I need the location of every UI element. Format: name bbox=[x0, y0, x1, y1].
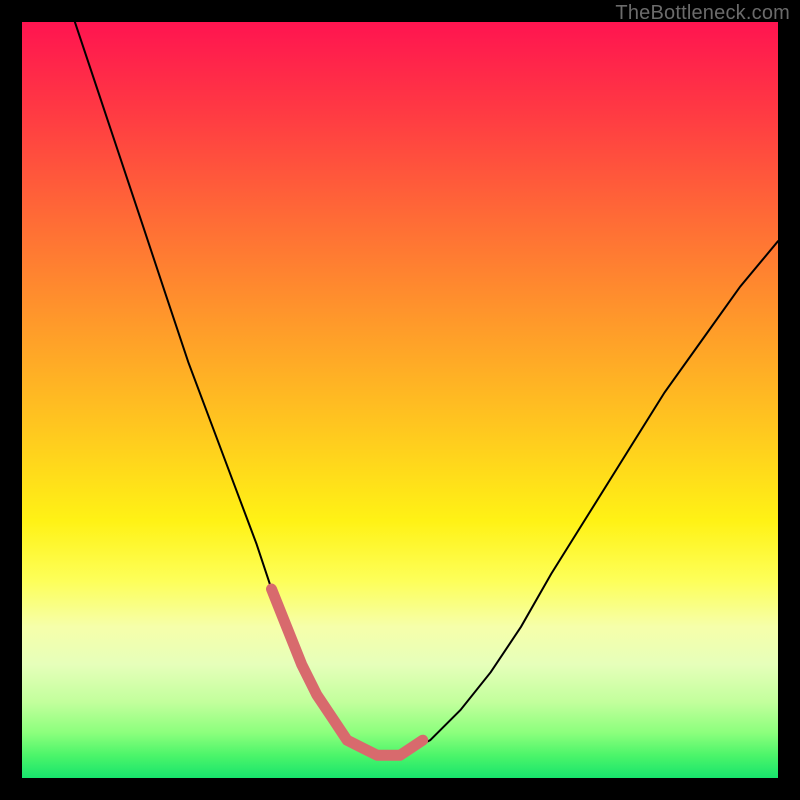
bottleneck-curve bbox=[75, 22, 778, 755]
curve-layer bbox=[22, 22, 778, 778]
plot-area bbox=[22, 22, 778, 778]
sweet-spot-band bbox=[272, 589, 423, 755]
chart-frame: TheBottleneck.com bbox=[0, 0, 800, 800]
watermark-label: TheBottleneck.com bbox=[615, 2, 790, 25]
